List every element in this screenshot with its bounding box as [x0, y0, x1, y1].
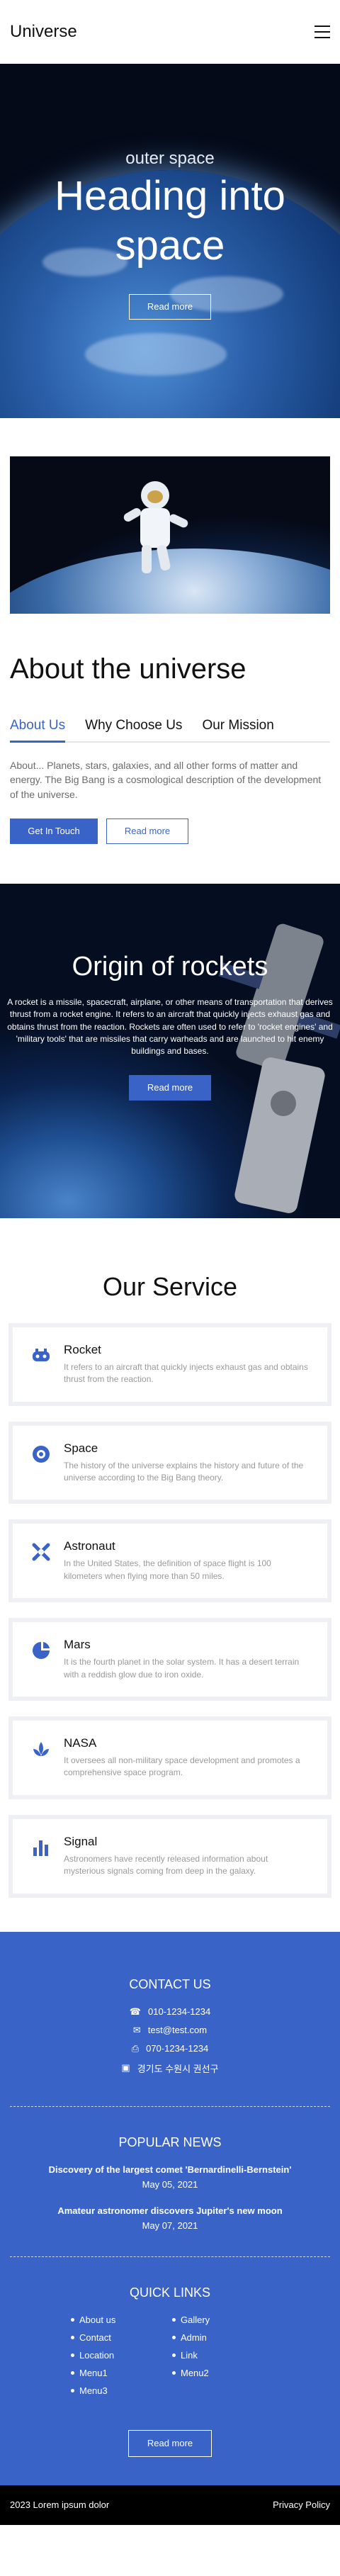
service-desc: Astronomers have recently released infor… — [64, 1853, 268, 1877]
tab-about-us[interactable]: About Us — [10, 718, 66, 743]
service-card-nasa[interactable]: NASA It oversees all non-military space … — [8, 1716, 332, 1799]
phone-text: 010-1234-1234 — [148, 2006, 211, 2018]
news-item-title[interactable]: Amateur astronomer discovers Jupiter's n… — [10, 2205, 330, 2216]
contact-address: ▣ 경기도 수원시 권선구 — [10, 2062, 330, 2075]
phone-icon: ☎ — [129, 2006, 141, 2017]
link-contact[interactable]: Contact — [71, 2332, 172, 2343]
link-gallery[interactable]: Gallery — [172, 2315, 273, 2325]
service-title: Rocket — [64, 1342, 101, 1356]
news-item-date: May 07, 2021 — [142, 2220, 198, 2231]
site-footer: CONTACT US ☎ 010-1234-1234 ✉ test@test.c… — [0, 1931, 340, 2485]
tab-why-choose-us[interactable]: Why Choose Us — [85, 718, 182, 741]
astronaut-figure — [123, 481, 188, 573]
service-title: NASA — [64, 1736, 97, 1750]
footer-divider — [10, 2105, 330, 2107]
nasa-icon — [30, 1738, 52, 1760]
signal-icon — [30, 1836, 52, 1859]
services-title: Our Service — [102, 1271, 238, 1301]
about-tabs: About Us Why Choose Us Our Mission — [10, 718, 330, 743]
service-title: Space — [64, 1441, 98, 1455]
address-text: 경기도 수원시 권선구 — [137, 2063, 219, 2074]
service-title: Signal — [64, 1834, 98, 1848]
service-card-mars[interactable]: Mars It is the fourth planet in the sola… — [8, 1618, 332, 1702]
planet-icon — [30, 1639, 52, 1662]
service-card-rocket[interactable]: Rocket It refers to an aircraft that qui… — [8, 1322, 332, 1406]
copyright-text: 2023 Lorem ipsum dolor — [10, 2499, 110, 2511]
tab-our-mission[interactable]: Our Mission — [202, 718, 273, 741]
get-in-touch-button[interactable]: Get In Touch — [10, 818, 98, 844]
rockets-text: A rocket is a missile, spacecraft, airpl… — [7, 996, 333, 1057]
bottom-bar: 2023 Lorem ipsum dolor Privacy Policy — [0, 2485, 340, 2525]
hero-section: outer space Heading into space Read more — [0, 64, 340, 418]
news-item-title[interactable]: Discovery of the largest comet 'Bernardi… — [10, 2164, 330, 2175]
service-desc: It is the fourth planet in the solar sys… — [64, 1657, 300, 1680]
email-text[interactable]: test@test.com — [148, 2025, 207, 2035]
service-desc: It refers to an aircraft that quickly in… — [64, 1361, 308, 1385]
services-section: Our Service Rocket It refers to an aircr… — [0, 1218, 340, 1898]
link-admin[interactable]: Admin — [172, 2332, 273, 2343]
about-section: About the universe About Us Why Choose U… — [0, 614, 340, 844]
quick-links: About us Gallery Contact Admin Location … — [10, 2315, 330, 2396]
contact-phone: ☎ 010-1234-1234 — [10, 2006, 330, 2018]
quick-links-title: QUICK LINKS — [129, 2285, 211, 2300]
link-about-us[interactable]: About us — [71, 2315, 172, 2325]
service-desc: The history of the universe explains the… — [64, 1460, 304, 1483]
link-location[interactable]: Location — [71, 2350, 172, 2361]
service-card-astronaut[interactable]: Astronaut In the United States, the defi… — [8, 1519, 332, 1603]
rocket-icon — [30, 1344, 52, 1367]
link-menu3[interactable]: Menu3 — [71, 2385, 172, 2396]
fax-text: 070-1234-1234 — [146, 2043, 209, 2054]
globe-icon — [30, 1443, 52, 1466]
service-desc: In the United States, the definition of … — [64, 1558, 271, 1581]
hero-title: Heading into space — [55, 173, 285, 269]
about-text: About... Planets, stars, galaxies, and a… — [10, 760, 322, 800]
link-menu1[interactable]: Menu1 — [71, 2368, 172, 2378]
about-read-more-button[interactable]: Read more — [106, 818, 188, 844]
site-header: Universe — [0, 0, 340, 64]
rockets-read-more-button[interactable]: Read more — [129, 1074, 211, 1101]
hero-read-more-button[interactable]: Read more — [129, 294, 211, 320]
service-title: Mars — [64, 1638, 91, 1652]
rockets-section: Origin of rockets A rocket is a missile,… — [0, 883, 340, 1218]
news-title: POPULAR NEWS — [118, 2135, 222, 2149]
footer-read-more-button[interactable]: Read more — [128, 2429, 212, 2457]
contact-email: ✉ test@test.com — [10, 2025, 330, 2036]
about-title: About the universe — [10, 653, 246, 685]
astronaut-icon — [30, 1541, 52, 1563]
rockets-title: Origin of rockets — [72, 951, 268, 982]
service-title: Astronaut — [64, 1539, 115, 1553]
astronaut-image — [10, 456, 330, 614]
building-icon: ▣ — [121, 2062, 130, 2074]
link-link[interactable]: Link — [172, 2350, 273, 2361]
hero-subtitle: outer space — [125, 149, 215, 168]
contact-title: CONTACT US — [129, 1976, 211, 1991]
fax-icon: ⎙ — [131, 2042, 140, 2054]
envelope-icon: ✉ — [132, 2024, 141, 2035]
service-card-space[interactable]: Space The history of the universe explai… — [8, 1421, 332, 1504]
service-card-signal[interactable]: Signal Astronomers have recently release… — [8, 1814, 332, 1898]
site-logo[interactable]: Universe — [10, 22, 77, 42]
footer-divider — [10, 2256, 330, 2257]
link-menu2[interactable]: Menu2 — [172, 2368, 273, 2378]
service-desc: It oversees all non-military space devel… — [64, 1755, 300, 1778]
news-item-date: May 05, 2021 — [142, 2178, 198, 2190]
contact-fax: ⎙ 070-1234-1234 — [10, 2043, 330, 2054]
hamburger-menu-icon[interactable] — [314, 26, 330, 38]
privacy-policy-link[interactable]: Privacy Policy — [273, 2499, 330, 2510]
